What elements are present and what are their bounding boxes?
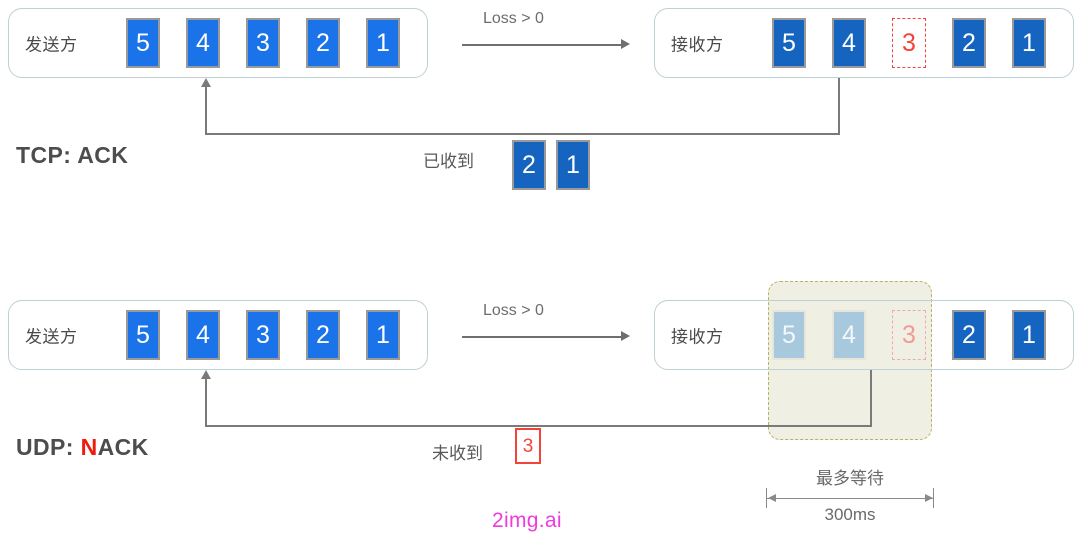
tcp-receiver-label: 接收方 [671, 35, 724, 55]
udp-feedback-arrowhead [201, 370, 211, 379]
tcp-ack-packet-2: 2 [512, 140, 546, 190]
udp-flow-line [462, 336, 624, 338]
tcp-feedback-run [205, 133, 840, 135]
tcp-loss-label: Loss > 0 [483, 10, 544, 27]
udp-sender-packet-3: 3 [246, 310, 280, 360]
udp-sender-label: 发送方 [25, 327, 78, 347]
tcp-receiver-packet-5: 5 [772, 18, 806, 68]
udp-receiver-packet-1: 1 [1012, 310, 1046, 360]
watermark: 2img.ai [492, 509, 562, 532]
tcp-sender-packet-3: 3 [246, 18, 280, 68]
tcp-ack-text: 已收到 [423, 152, 474, 171]
udp-nack-text: 未收到 [432, 444, 483, 463]
tcp-receiver-packet-4: 4 [832, 18, 866, 68]
tcp-feedback-drop [838, 78, 840, 134]
tcp-receiver-packet-3-lost: 3 [892, 18, 926, 68]
udp-caption: UDP: NACK [16, 434, 149, 461]
udp-receiver-packet-5-buffered: 5 [772, 310, 806, 360]
tcp-caption-text: TCP: ACK [16, 142, 129, 168]
udp-flow-arrowhead [621, 331, 630, 341]
tcp-sender-packet-4: 4 [186, 18, 220, 68]
udp-receiver-packet-3-lost: 3 [892, 310, 926, 360]
tcp-ack-packet-1: 1 [556, 140, 590, 190]
dim-line [766, 498, 934, 499]
tcp-sender-packet-2: 2 [306, 18, 340, 68]
dim-arrowhead-right [925, 494, 933, 502]
tcp-feedback-rise [205, 86, 207, 134]
udp-sender-packet-2: 2 [306, 310, 340, 360]
udp-caption-prefix: UDP: [16, 434, 81, 460]
udp-nack-packet-3: 3 [515, 428, 541, 464]
udp-feedback-rise [205, 378, 207, 426]
wait-label-top: 最多等待 [816, 469, 884, 488]
tcp-caption: TCP: ACK [16, 142, 128, 169]
tcp-sender-packet-5: 5 [126, 18, 160, 68]
dim-arrowhead-left [768, 494, 776, 502]
udp-receiver-label: 接收方 [671, 327, 724, 347]
udp-feedback-run [205, 425, 872, 427]
udp-sender-packet-1: 1 [366, 310, 400, 360]
udp-caption-accent: N [80, 434, 98, 460]
udp-receiver-packet-4-buffered: 4 [832, 310, 866, 360]
udp-sender-packet-4: 4 [186, 310, 220, 360]
diagram-canvas: 发送方 5 4 3 2 1 Loss > 0 接收方 5 4 3 2 1 TCP… [0, 0, 1080, 541]
tcp-flow-arrowhead [621, 39, 630, 49]
tcp-flow-line [462, 44, 624, 46]
udp-receiver-packet-2: 2 [952, 310, 986, 360]
udp-sender-packet-5: 5 [126, 310, 160, 360]
tcp-sender-packet-1: 1 [366, 18, 400, 68]
tcp-sender-label: 发送方 [25, 35, 78, 55]
tcp-receiver-packet-1: 1 [1012, 18, 1046, 68]
wait-label-bottom: 300ms [824, 505, 876, 524]
udp-caption-rest: ACK [97, 434, 149, 460]
tcp-feedback-arrowhead [201, 78, 211, 87]
udp-feedback-drop [870, 370, 872, 426]
tcp-receiver-packet-2: 2 [952, 18, 986, 68]
udp-loss-label: Loss > 0 [483, 302, 544, 319]
